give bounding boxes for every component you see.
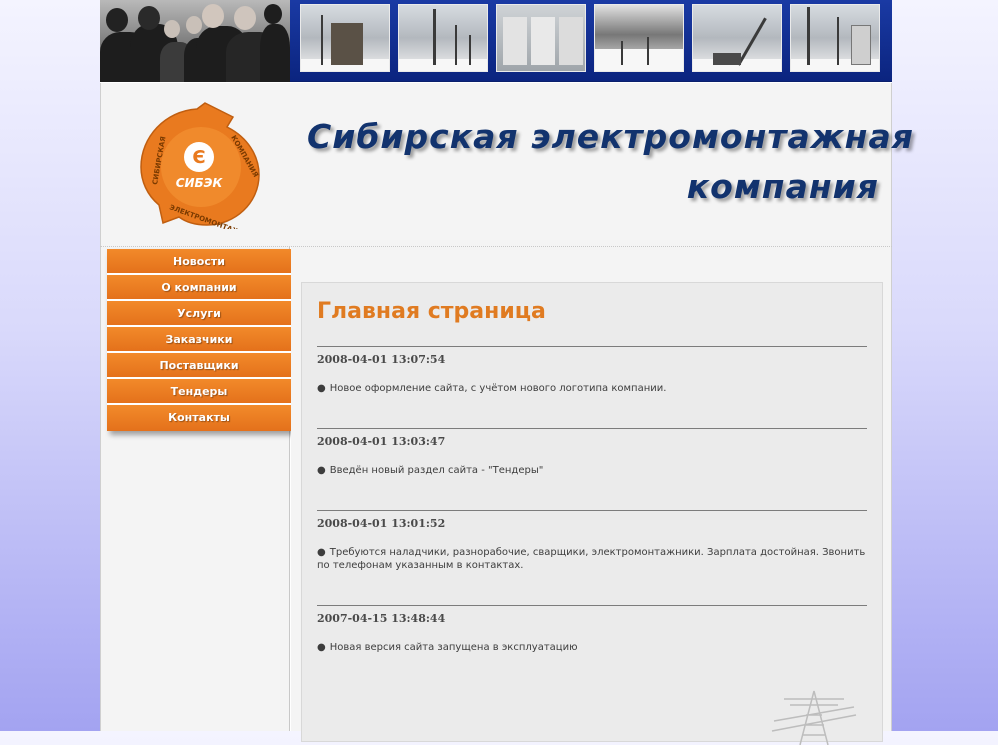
photo-transformer [300, 4, 390, 72]
menu-item-customers[interactable]: Заказчики [107, 327, 291, 353]
menu-item-services[interactable]: Услуги [107, 301, 291, 327]
news-text: ● Новая версия сайта запущена в эксплуата… [317, 641, 867, 687]
content-area: Главная страница 2008-04-01 13:07:54 ● Но… [291, 247, 892, 745]
news-text-content: Новое оформление сайта, с учётом нового … [329, 383, 667, 394]
news-date: 2008-04-01 13:01:52 [317, 517, 446, 530]
crowd-photo [100, 0, 290, 82]
photo-substation-hill [594, 4, 684, 72]
company-title-line1: Сибирская электромонтажная [307, 117, 914, 156]
main-menu: Новости О компании Услуги Заказчики Пост… [107, 249, 291, 431]
news-date: 2008-04-01 13:03:47 [317, 435, 446, 448]
photo-power-line [398, 4, 488, 72]
news-text: ● Требуются наладчики, разнорабочие, свар… [317, 546, 867, 605]
sidebar: Новости О компании Услуги Заказчики Пост… [100, 247, 291, 731]
news-text: ● Новое оформление сайта, с учётом нового… [317, 382, 867, 428]
photo-banner [100, 0, 892, 82]
svg-text:СИБЭК: СИБЭК [176, 176, 224, 190]
news-text-content: Требуются наладчики, разнорабочие, сварщ… [317, 547, 866, 571]
menu-item-contacts[interactable]: Контакты [107, 405, 291, 431]
news-item: 2008-04-01 13:03:47 ● Введён новый раздел… [317, 428, 867, 510]
news-item: 2008-04-01 13:07:54 ● Новое оформление са… [317, 346, 867, 428]
news-text: ● Введён новый раздел сайта - "Тендеры" [317, 464, 867, 510]
bullet-icon: ● [317, 547, 326, 558]
power-tower-icon [771, 690, 857, 745]
news-text-content: Введён новый раздел сайта - "Тендеры" [329, 465, 544, 476]
menu-item-about[interactable]: О компании [107, 275, 291, 301]
company-title-line2: компания [686, 167, 879, 206]
page: Є СИБЭК КОМПАНИЯ СИБИРСКАЯ ЭЛЕКТРОМОНТАЖ… [100, 0, 913, 745]
page-title: Главная страница [317, 299, 546, 324]
bullet-icon: ● [317, 642, 326, 653]
news-date: 2008-04-01 13:07:54 [317, 353, 446, 366]
news-text-content: Новая версия сайта запущена в эксплуатац… [329, 642, 578, 653]
photo-towers [790, 4, 880, 72]
bullet-icon: ● [317, 465, 326, 476]
photo-switchgear [496, 4, 586, 72]
bullet-icon: ● [317, 383, 326, 394]
news-list: 2008-04-01 13:07:54 ● Новое оформление са… [317, 346, 867, 687]
photo-crane [692, 4, 782, 72]
content-panel: Главная страница 2008-04-01 13:07:54 ● Но… [301, 282, 883, 745]
menu-item-news[interactable]: Новости [107, 249, 291, 275]
menu-item-tenders[interactable]: Тендеры [107, 379, 291, 405]
menu-item-suppliers[interactable]: Поставщики [107, 353, 291, 379]
news-date: 2007-04-15 13:48:44 [317, 612, 446, 625]
svg-text:Є: Є [192, 147, 205, 168]
news-item: 2007-04-15 13:48:44 ● Новая версия сайта … [317, 605, 867, 687]
company-logo[interactable]: Є СИБЭК КОМПАНИЯ СИБИРСКАЯ ЭЛЕКТРОМОНТАЖ… [135, 97, 265, 229]
site-header: Є СИБЭК КОМПАНИЯ СИБИРСКАЯ ЭЛЕКТРОМОНТАЖ… [100, 83, 913, 247]
news-item: 2008-04-01 13:01:52 ● Требуются наладчики… [317, 510, 867, 605]
